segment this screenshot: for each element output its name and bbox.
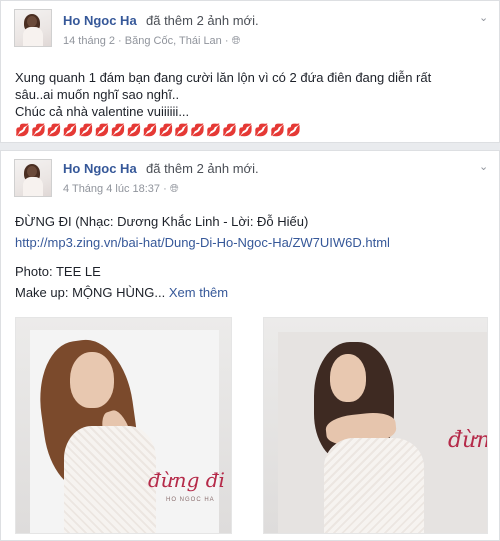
album-artist-label: HO NGOC HA (166, 497, 215, 503)
avatar[interactable] (14, 159, 52, 197)
post-text-line: sâu..ai muốn nghĩ sao nghĩ.. (15, 87, 180, 102)
makeup-credit: Make up: MỘNG HÙNG... (15, 285, 169, 300)
post-photo-1[interactable]: đừng đi HO NGOC HA (15, 317, 232, 534)
emoji-hearts: 💋💋💋💋💋💋💋💋💋💋💋💋💋💋💋💋💋💋 (15, 123, 302, 137)
album-title-script: đừng đi (148, 468, 225, 492)
post-1: Ho Ngoc Ha đã thêm 2 ảnh mới. 14 tháng 2… (0, 0, 500, 143)
song-title: ĐỪNG ĐI (Nhạc: Dương Khắc Linh - Lời: Đỗ… (15, 214, 309, 229)
post-text-line: Xung quanh 1 đám bạn đang cười lăn lộn v… (15, 70, 432, 85)
post-meta: 14 tháng 2 · Băng Cốc, Thái Lan · 🌐︎ (63, 35, 240, 48)
avatar[interactable] (14, 9, 52, 47)
globe-icon: 🌐︎ (231, 35, 241, 47)
post-action: đã thêm 2 ảnh mới. (146, 13, 259, 28)
chevron-down-icon[interactable]: ⌄ (479, 11, 488, 24)
post-photo-2[interactable]: đừn (263, 317, 488, 534)
photo-credit: Photo: TEE LE (15, 264, 101, 279)
post-2: Ho Ngoc Ha đã thêm 2 ảnh mới. 4 Tháng 4 … (0, 150, 500, 541)
post-action: đã thêm 2 ảnh mới. (146, 161, 259, 176)
post-meta: 4 Tháng 4 lúc 18:37 · 🌐︎ (63, 183, 179, 196)
post-timestamp-location[interactable]: 14 tháng 2 · Băng Cốc, Thái Lan · (63, 35, 232, 47)
post-text: ĐỪNG ĐI (Nhạc: Dương Khắc Linh - Lời: Đỗ… (15, 211, 390, 303)
chevron-down-icon[interactable]: ⌄ (479, 160, 488, 173)
post-timestamp[interactable]: 4 Tháng 4 lúc 18:37 · (63, 183, 170, 195)
album-title-script: đừn (448, 428, 488, 453)
post-text: Xung quanh 1 đám bạn đang cười lăn lộn v… (15, 69, 431, 120)
song-link[interactable]: http://mp3.zing.vn/bai-hat/Dung-Di-Ho-Ng… (15, 235, 390, 250)
globe-icon: 🌐︎ (169, 183, 179, 195)
author-name[interactable]: Ho Ngoc Ha (63, 13, 137, 28)
author-name[interactable]: Ho Ngoc Ha (63, 161, 137, 176)
see-more-link[interactable]: Xem thêm (169, 285, 228, 300)
post-text-line: Chúc cả nhà valentine vuiiiiii... (15, 104, 190, 119)
